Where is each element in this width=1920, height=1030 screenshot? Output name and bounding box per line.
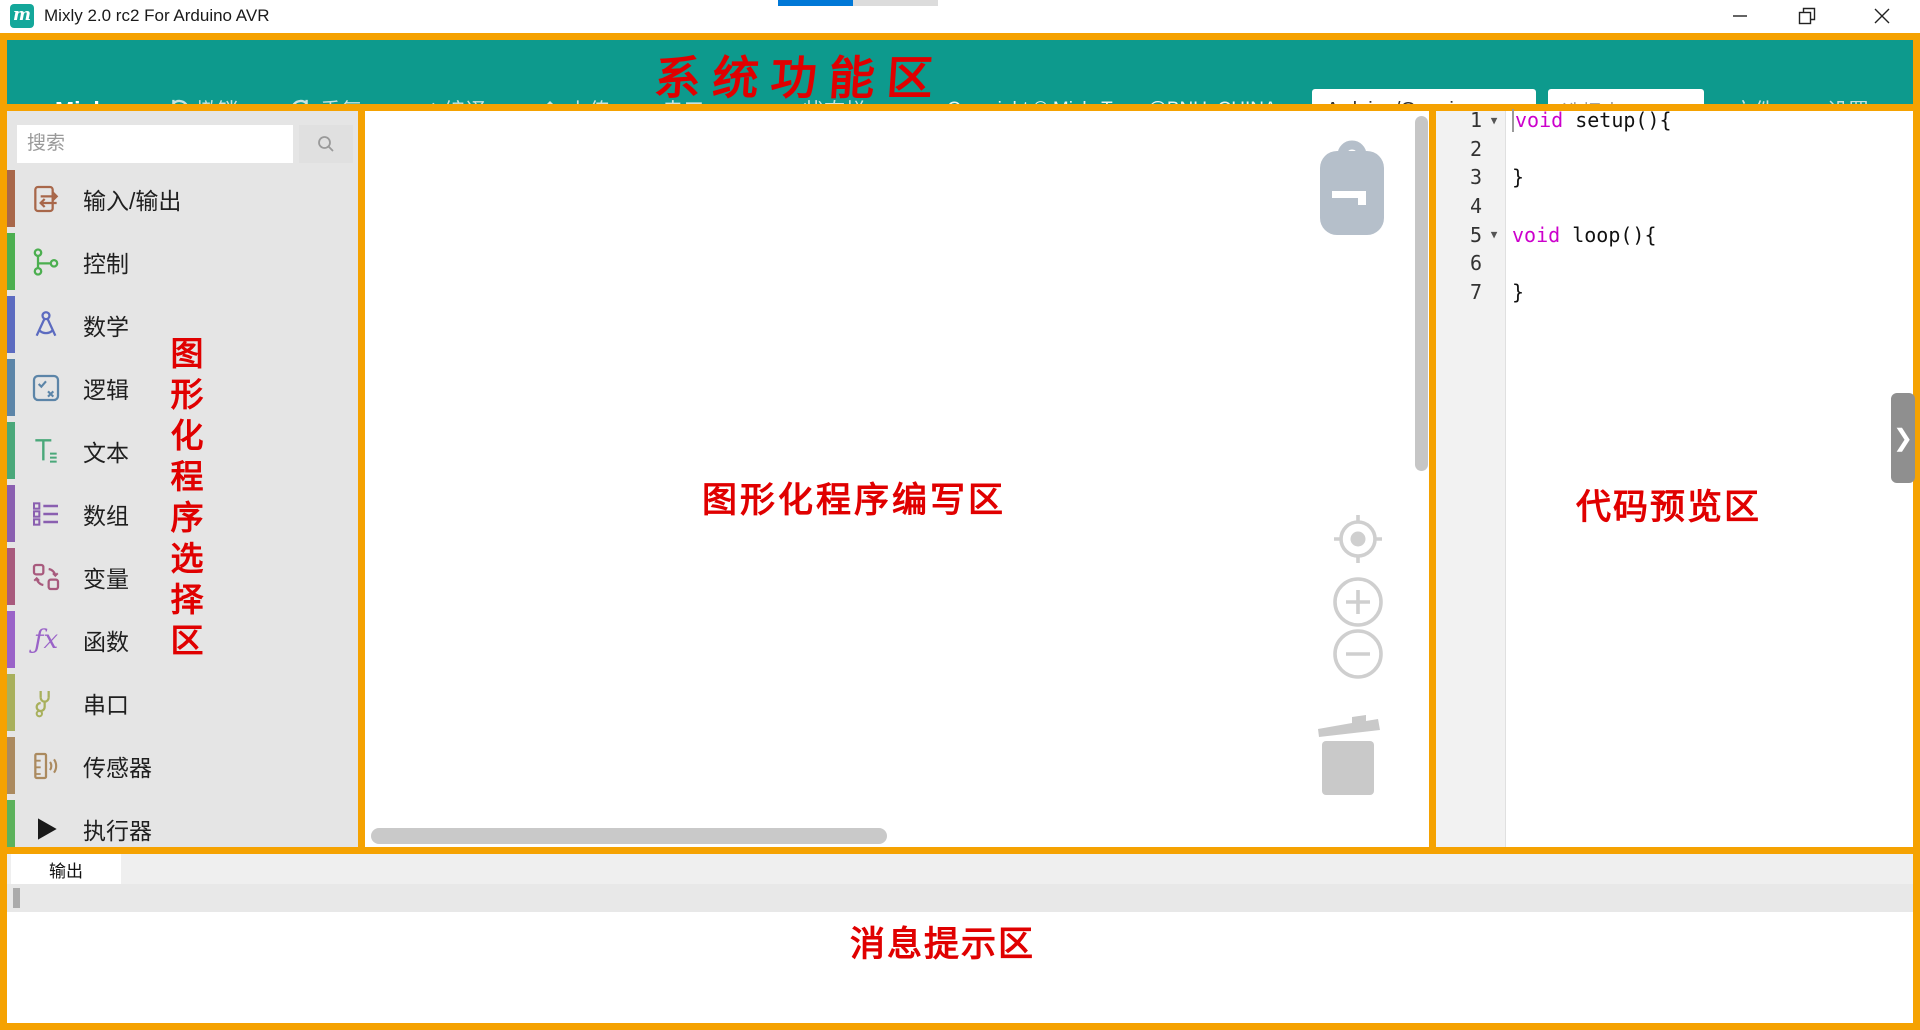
- control-icon: [29, 245, 63, 279]
- output-caret-marker: [13, 888, 20, 908]
- sidebar-category-item[interactable]: 控制: [7, 230, 358, 293]
- canvas-vertical-scrollbar[interactable]: [1415, 116, 1428, 471]
- backpack-icon[interactable]: [1312, 133, 1392, 237]
- toolbar-region: Mixly 撤销 重复 编译 上传 •串口 状态栏 Copyright © Mi…: [0, 33, 1920, 111]
- category-label: 逻辑: [83, 371, 129, 405]
- line-number: 4: [1436, 194, 1482, 218]
- sidebar-category-item[interactable]: 数学: [7, 293, 358, 356]
- sidebar-category-item[interactable]: 逻辑: [7, 356, 358, 419]
- category-label: 执行器: [83, 812, 152, 846]
- app-logo-icon: m: [10, 4, 34, 28]
- code-text: }: [1506, 280, 1524, 304]
- category-label: 输入/输出: [83, 182, 181, 216]
- sidebar-category-item[interactable]: ƒx 函数: [7, 608, 358, 671]
- restore-button[interactable]: [1784, 0, 1830, 32]
- category-color-bar: [7, 296, 15, 353]
- minimize-icon: [1732, 8, 1748, 24]
- category-color-bar: [7, 548, 15, 605]
- category-label: 串口: [83, 686, 129, 720]
- zoom-in-button[interactable]: [1330, 574, 1386, 630]
- line-number: 5: [1436, 223, 1482, 247]
- mixly-window: m Mixly 2.0 rc2 For Arduino AVR Mixly 撤销…: [0, 0, 1920, 1030]
- category-color-bar: [7, 422, 15, 479]
- code-text: }: [1506, 165, 1524, 189]
- titlebar-accent-blue: [778, 0, 853, 6]
- output-tabbar: 输出: [7, 854, 1913, 884]
- category-color-bar: [7, 485, 15, 542]
- window-title: Mixly 2.0 rc2 For Arduino AVR: [44, 6, 270, 26]
- category-color-bar: [7, 737, 15, 794]
- minimize-button[interactable]: [1717, 0, 1763, 32]
- close-button[interactable]: [1859, 0, 1905, 32]
- titlebar-accent-gray: [853, 0, 938, 6]
- code-line: 5▼void loop(){: [1436, 220, 1672, 249]
- code-line: 2: [1436, 135, 1672, 164]
- code-panel-expand-handle[interactable]: ❯: [1891, 393, 1915, 483]
- chevron-right-icon: ❯: [1893, 424, 1913, 453]
- restore-icon: [1798, 7, 1816, 25]
- logic-icon: [29, 371, 63, 405]
- category-color-bar: [7, 170, 15, 227]
- sidebar-category-item[interactable]: 输入/输出: [7, 167, 358, 230]
- canvas-horizontal-scrollbar[interactable]: [371, 828, 887, 844]
- code-line: 7}: [1436, 278, 1672, 307]
- code-line: 4: [1436, 192, 1672, 221]
- category-label: 传感器: [83, 749, 152, 783]
- code-editor[interactable]: 1▼void setup(){23}45▼void loop(){67}: [1436, 106, 1672, 306]
- code-line: 3}: [1436, 163, 1672, 192]
- block-category-region: 输入/输出控制数学逻辑文本数组变量 ƒx 函数串口传感器执行器: [0, 104, 365, 854]
- variable-icon: [29, 560, 63, 594]
- output-message-line: [7, 884, 1913, 912]
- zoom-out-button[interactable]: [1330, 626, 1386, 682]
- sensor-icon: [29, 749, 63, 783]
- search-input[interactable]: [17, 125, 293, 163]
- category-color-bar: [7, 359, 15, 416]
- io-icon: [29, 182, 63, 216]
- text-cursor: [1512, 109, 1514, 132]
- blocks-workspace-region[interactable]: [358, 104, 1436, 854]
- line-number: 2: [1436, 137, 1482, 161]
- category-label: 函数: [83, 623, 129, 657]
- array-icon: [29, 497, 63, 531]
- function-icon: ƒx: [29, 623, 63, 657]
- text-icon: [29, 434, 63, 468]
- category-label: 控制: [83, 245, 129, 279]
- expand-arrow-icon: [29, 812, 63, 846]
- serial-icon: [29, 686, 63, 720]
- sidebar-category-item[interactable]: 传感器: [7, 734, 358, 797]
- line-number: 1: [1436, 108, 1482, 132]
- line-number: 7: [1436, 280, 1482, 304]
- close-icon: [1874, 8, 1890, 24]
- code-line: 6: [1436, 249, 1672, 278]
- category-color-bar: [7, 233, 15, 290]
- search-button[interactable]: [299, 125, 353, 163]
- center-view-button[interactable]: [1330, 511, 1386, 567]
- line-number: 6: [1436, 251, 1482, 275]
- code-text: void setup(){: [1506, 108, 1672, 132]
- category-color-bar: [7, 674, 15, 731]
- trash-icon[interactable]: [1312, 713, 1384, 797]
- line-number: 3: [1436, 165, 1482, 189]
- fold-arrow-icon[interactable]: ▼: [1482, 228, 1506, 241]
- math-icon: [29, 308, 63, 342]
- sidebar-category-item[interactable]: 数组: [7, 482, 358, 545]
- fold-arrow-icon[interactable]: ▼: [1482, 114, 1506, 127]
- title-bar: m Mixly 2.0 rc2 For Arduino AVR: [0, 0, 1920, 33]
- tab-output[interactable]: 输出: [11, 854, 121, 884]
- category-label: 数组: [83, 497, 129, 531]
- category-color-bar: [7, 611, 15, 668]
- category-label: 变量: [83, 560, 129, 594]
- category-label: 文本: [83, 434, 129, 468]
- search-icon: [316, 134, 336, 154]
- sidebar-category-item[interactable]: 文本: [7, 419, 358, 482]
- code-text: void loop(){: [1506, 223, 1657, 247]
- code-line: 1▼void setup(){: [1436, 106, 1672, 135]
- sidebar-category-item[interactable]: 串口: [7, 671, 358, 734]
- sidebar-category-item[interactable]: 变量: [7, 545, 358, 608]
- sidebar-category-list: 输入/输出控制数学逻辑文本数组变量 ƒx 函数串口传感器执行器: [7, 167, 358, 860]
- category-label: 数学: [83, 308, 129, 342]
- message-output-region: 输出: [0, 847, 1920, 1030]
